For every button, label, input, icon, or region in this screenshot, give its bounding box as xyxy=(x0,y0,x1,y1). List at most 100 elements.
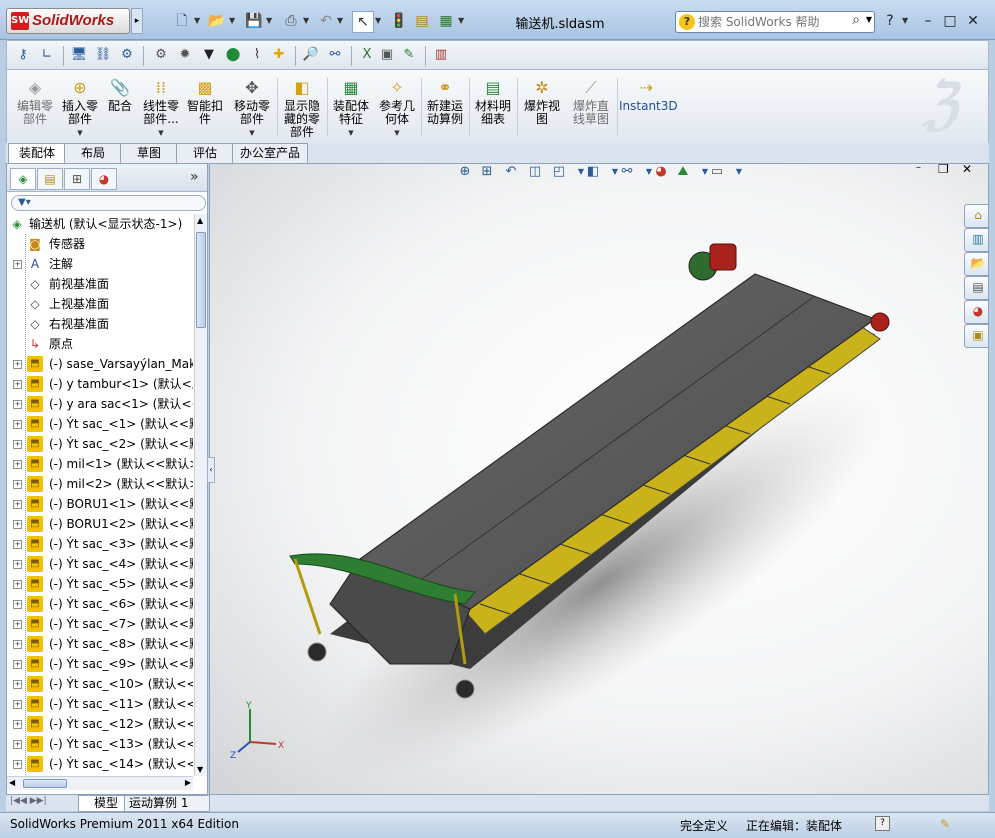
tree-item[interactable]: ◇ 右视基准面 xyxy=(7,314,193,334)
tree-vertical-scrollbar[interactable]: ▲ ▼ xyxy=(194,214,207,776)
tab-layout[interactable]: 布局 xyxy=(64,143,122,163)
tree-item[interactable]: + ⬒ (-) sase_Varsayýlan_Mak xyxy=(7,354,193,374)
show-hidden-components-button[interactable]: ◧ 显示隐 藏的零 部件 xyxy=(279,74,325,140)
tab-assembly[interactable]: 装配体 xyxy=(8,143,66,164)
smart-fastener-button[interactable]: ▩ 智能扣 件 xyxy=(185,74,225,140)
maximize-button[interactable]: □ xyxy=(940,10,960,32)
tree-item[interactable]: + ⬒ (-) BORU1<2> (默认<<默 xyxy=(7,514,193,534)
scrollbar-thumb[interactable] xyxy=(196,232,206,328)
select-dropdown-icon[interactable]: ▼ xyxy=(375,11,383,31)
expand-toggle-icon[interactable]: + xyxy=(13,420,22,429)
tree-item[interactable]: + ⬒ (-) Ýt sac_<1> (默认<<默 xyxy=(7,414,193,434)
chevron-down-icon[interactable]: ▼ xyxy=(59,127,101,140)
new-motion-study-button[interactable]: ⚭ 新建运 动算例 xyxy=(423,74,467,140)
expand-toggle-icon[interactable]: + xyxy=(13,360,22,369)
scroll-left-arrow-icon[interactable]: ◀ xyxy=(9,778,15,787)
print-icon[interactable]: ⎙ xyxy=(281,11,301,31)
rebuild-traffic-light-icon[interactable]: 🚦 xyxy=(389,11,409,31)
tree-item[interactable]: ◇ 上视基准面 xyxy=(7,294,193,314)
tree-item[interactable]: ↳ 原点 xyxy=(7,334,193,354)
scroll-up-arrow-icon[interactable]: ▲ xyxy=(197,216,203,225)
search-dropdown-icon[interactable]: ▼ xyxy=(866,15,872,24)
rebuild-tag-icon[interactable]: ✎ xyxy=(940,817,950,831)
bill-of-materials-button[interactable]: ▤ 材料明 细表 xyxy=(471,74,515,140)
pane-expand-chevron-icon[interactable]: » xyxy=(190,169,199,185)
solidworks-menu-button[interactable]: SW SolidWorks xyxy=(6,8,130,34)
move-component-button[interactable]: ✥ 移动零 部件 ▼ xyxy=(229,74,275,140)
tree-item[interactable]: + ⬒ (-) Ýt sac_<13> (默认<< xyxy=(7,734,193,754)
select-arrow-icon[interactable]: ↖ xyxy=(352,11,374,33)
tab-office-products[interactable]: 办公室产品 xyxy=(232,143,308,163)
tree-item[interactable]: + ⬒ (-) Ýt sac_<5> (默认<<默 xyxy=(7,574,193,594)
chevron-down-icon[interactable]: ▼ xyxy=(139,127,183,140)
expand-toggle-icon[interactable]: + xyxy=(13,560,22,569)
network-icon[interactable]: ⛓ xyxy=(93,45,113,65)
spring-icon[interactable]: ⌇ xyxy=(247,45,267,65)
expand-toggle-icon[interactable]: + xyxy=(13,460,22,469)
expand-toggle-icon[interactable]: + xyxy=(13,480,22,489)
insert-component-button[interactable]: ⊕ 插入零 部件 ▼ xyxy=(59,74,101,140)
options-icon[interactable]: ▦ xyxy=(436,11,456,31)
tree-item[interactable]: + ⬒ (-) mil<2> (默认<<默认> xyxy=(7,474,193,494)
scroll-down-arrow-icon[interactable]: ▼ xyxy=(197,765,203,774)
graphics-viewport[interactable]: ⊕ ⊞ ↶ ◫ ◰ ▼ ◧ ▼ ⚯ ▼ ◕ ⛰ ▼ ▭ ▼ – ❐ ✕ Y X … xyxy=(209,163,989,795)
tree-item[interactable]: + ⬒ (-) y tambur<1> (默认<显 xyxy=(7,374,193,394)
tree-item[interactable]: + ⬒ (-) Ýt sac_<3> (默认<<默 xyxy=(7,534,193,554)
quick-tips-icon[interactable]: ? xyxy=(875,816,890,831)
property-manager-tab-icon[interactable]: ▤ xyxy=(37,168,63,190)
undo-icon[interactable]: ↶ xyxy=(316,11,336,31)
scroll-right-arrow-icon[interactable]: ▶ xyxy=(185,778,191,787)
binoculars-icon[interactable]: ⚯ xyxy=(325,45,345,65)
export-icon[interactable]: ▣ xyxy=(377,45,397,65)
gear-settings-icon[interactable]: ⚙ xyxy=(117,45,137,65)
tree-item[interactable]: + ⬒ (-) Ýt sac_<2> (默认<<默 xyxy=(7,434,193,454)
expand-toggle-icon[interactable]: + xyxy=(13,640,22,649)
open-dropdown-icon[interactable]: ▼ xyxy=(229,11,237,31)
exploded-view-button[interactable]: ✲ 爆炸视 图 xyxy=(519,74,565,140)
conveyor-model[interactable]: Y X Z xyxy=(210,164,989,795)
close-button[interactable]: ✕ xyxy=(963,10,983,32)
expand-toggle-icon[interactable]: + xyxy=(13,620,22,629)
search-input[interactable] xyxy=(698,13,848,31)
task-pane-custom-properties-icon[interactable]: ▣ xyxy=(964,324,988,348)
linear-pattern-button[interactable]: ⁞⁞ 线性零 部件... ▼ xyxy=(139,74,183,140)
assembly-feature-button[interactable]: ▦ 装配体 特征 ▼ xyxy=(329,74,373,140)
tree-root[interactable]: ◈ 输送机 (默认<显示状态-1>) xyxy=(7,214,193,234)
open-folder-icon[interactable]: 📂 xyxy=(207,11,227,31)
save-dropdown-icon[interactable]: ▼ xyxy=(266,11,274,31)
print-dropdown-icon[interactable]: ▼ xyxy=(303,11,311,31)
new-dropdown-icon[interactable]: ▼ xyxy=(194,11,202,31)
search-zoom-icon[interactable]: 🔎 xyxy=(301,45,321,65)
tab-motion-study[interactable]: 运动算例 1 xyxy=(124,795,210,812)
search-icon[interactable]: ⌕ xyxy=(852,12,860,28)
sheet-edit-icon[interactable]: ✎ xyxy=(399,45,419,65)
tree-item[interactable]: + A 注解 xyxy=(7,254,193,274)
configuration-manager-tab-icon[interactable]: ⊞ xyxy=(64,168,90,190)
save-icon[interactable]: 💾 xyxy=(244,11,264,31)
tree-item[interactable]: + ⬒ (-) BORU1<1> (默认<<默 xyxy=(7,494,193,514)
tree-item[interactable]: + ⬒ (-) Ýt sac_<9> (默认<<默 xyxy=(7,654,193,674)
tab-evaluate[interactable]: 评估 xyxy=(176,143,234,163)
help-search-box[interactable]: ? ⌕ ▼ xyxy=(675,11,875,33)
expand-toggle-icon[interactable]: + xyxy=(13,680,22,689)
feature-manager-tab-icon[interactable]: ◈ xyxy=(10,168,36,190)
expand-toggle-icon[interactable]: + xyxy=(13,540,22,549)
minimize-button[interactable]: – xyxy=(918,10,938,32)
undo-dropdown-icon[interactable]: ▼ xyxy=(337,11,345,31)
tree-item[interactable]: + ⬒ (-) Ýt sac_<14> (默认<< xyxy=(7,754,193,774)
task-pane-appearances-icon[interactable]: ◕ xyxy=(964,300,988,324)
tree-item[interactable]: + ⬒ (-) Ýt sac_<7> (默认<<默 xyxy=(7,614,193,634)
location-pin-icon[interactable]: ⬤ xyxy=(223,45,243,65)
task-pane-view-palette-icon[interactable]: ▤ xyxy=(964,276,988,300)
chevron-down-icon[interactable]: ▼ xyxy=(329,127,373,140)
tree-item[interactable]: + ⬒ (-) Ýt sac_<8> (默认<<默 xyxy=(7,634,193,654)
options-dropdown-icon[interactable]: ▼ xyxy=(458,11,466,31)
tree-item[interactable]: + ⬒ (-) Ýt sac_<6> (默认<<默 xyxy=(7,594,193,614)
pane-collapse-handle[interactable]: ‹ xyxy=(207,457,215,483)
file-properties-icon[interactable]: ▤ xyxy=(412,11,432,31)
cog-icon[interactable]: ⚙ xyxy=(151,45,171,65)
tab-sketch[interactable]: 草图 xyxy=(120,143,178,163)
new-document-icon[interactable]: 🗋 xyxy=(172,11,192,31)
bom-sheet-icon[interactable]: ▥ xyxy=(431,45,451,65)
sketch-angle-icon[interactable]: ∟ xyxy=(37,45,57,65)
